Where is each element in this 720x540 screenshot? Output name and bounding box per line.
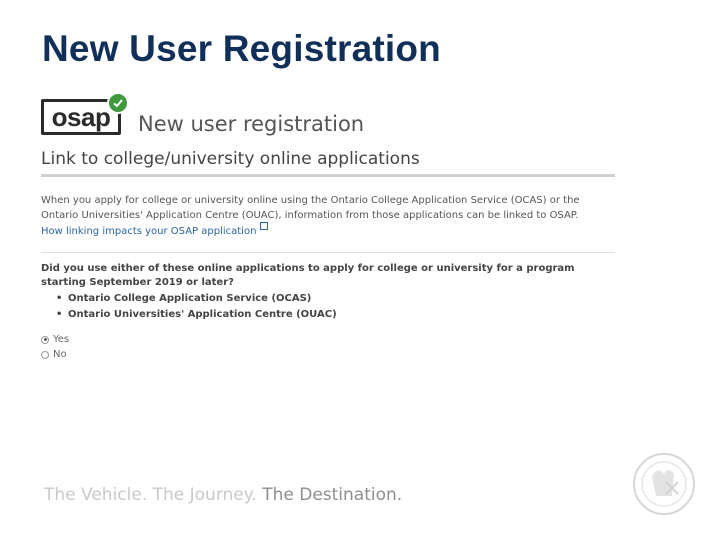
section-title: Link to college/university online applic… xyxy=(41,149,420,169)
tagline-part-2: The Destination. xyxy=(262,485,403,505)
logo-text: osap xyxy=(51,101,111,132)
link-label[interactable]: How linking impacts your OSAP applicatio… xyxy=(41,226,256,237)
list-item: Ontario Universities' Application Centre… xyxy=(56,307,337,323)
application-list: Ontario College Application Service (OCA… xyxy=(56,291,337,323)
question-text: Did you use either of these online appli… xyxy=(41,263,575,288)
institution-seal-icon xyxy=(633,453,695,515)
radio-yes[interactable]: Yes xyxy=(41,334,69,345)
slide-title: New User Registration xyxy=(42,28,441,69)
check-icon xyxy=(107,92,129,114)
external-link-icon xyxy=(260,222,269,230)
list-item: Ontario College Application Service (OCA… xyxy=(56,291,337,307)
radio-button-no[interactable] xyxy=(41,350,49,359)
tagline-part-1: The Vehicle. The Journey. xyxy=(44,485,257,505)
radio-label-no[interactable]: No xyxy=(53,349,67,360)
divider xyxy=(41,252,615,253)
radio-label-yes[interactable]: Yes xyxy=(53,334,69,345)
tagline: The Vehicle. The Journey. The Destinatio… xyxy=(44,485,402,505)
registration-heading: New user registration xyxy=(138,112,365,136)
radio-no[interactable]: No xyxy=(41,349,67,360)
radio-button-yes[interactable] xyxy=(41,335,49,344)
info-paragraph: When you apply for college or university… xyxy=(41,195,580,221)
linking-info-link[interactable]: How linking impacts your OSAP applicatio… xyxy=(41,222,269,237)
section-divider xyxy=(41,174,615,177)
